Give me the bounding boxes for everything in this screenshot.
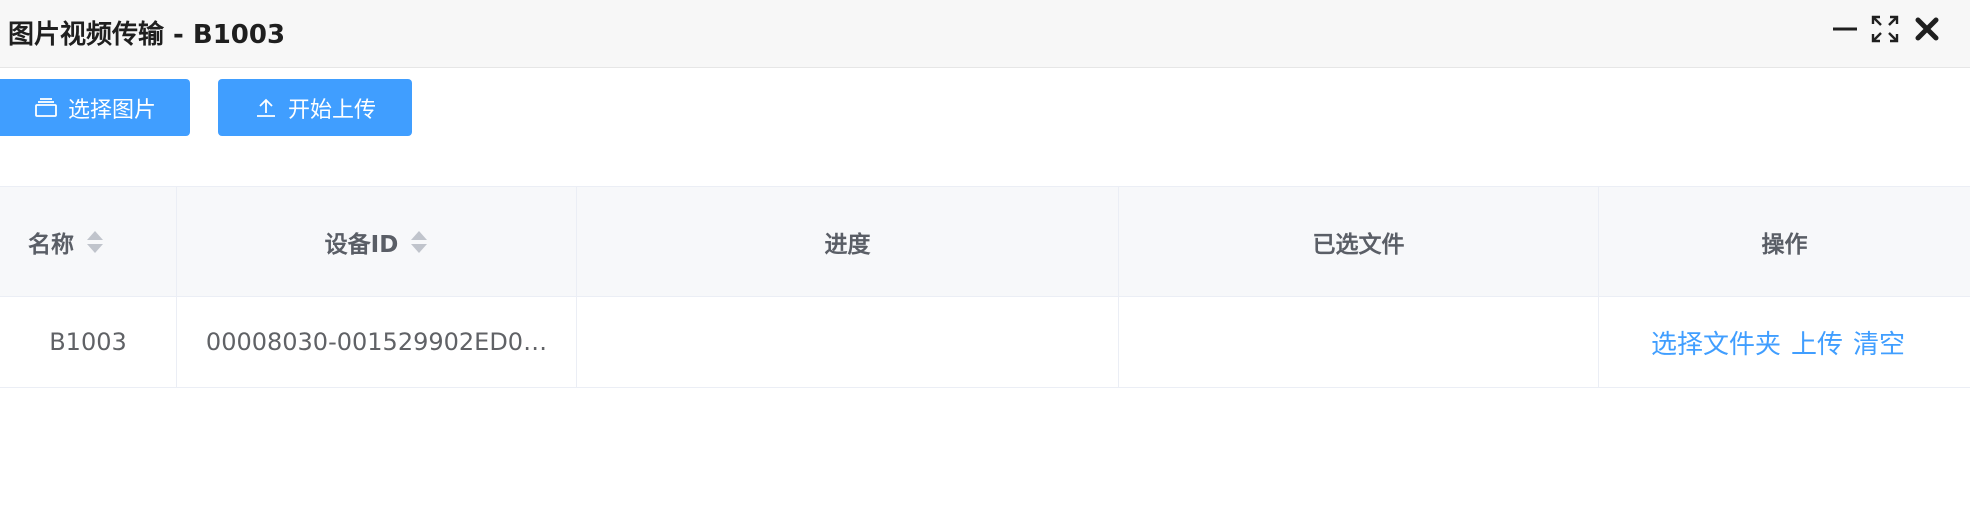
start-upload-button[interactable]: 开始上传 — [218, 79, 412, 136]
column-header-name[interactable]: 名称 — [0, 187, 177, 296]
sort-icon[interactable] — [410, 229, 428, 255]
start-upload-label: 开始上传 — [287, 97, 376, 123]
images-icon — [34, 96, 58, 120]
table-row: B1003 00008030-001529902ED0… 选择文件夹 上传 清空 — [0, 297, 1970, 388]
minimize-icon[interactable] — [1830, 14, 1860, 44]
cell-device-id: 00008030-001529902ED0… — [177, 297, 577, 387]
cell-selected-files — [1119, 297, 1599, 387]
window-controls — [1830, 14, 1970, 44]
column-header-progress: 进度 — [577, 187, 1119, 296]
clear-link[interactable]: 清空 — [1853, 324, 1905, 361]
fullscreen-icon[interactable] — [1870, 14, 1900, 44]
select-folder-link[interactable]: 选择文件夹 — [1651, 324, 1781, 361]
close-icon[interactable] — [1912, 14, 1942, 44]
cell-name: B1003 — [0, 297, 177, 387]
select-images-label: 选择图片 — [67, 97, 156, 123]
select-images-button[interactable]: 选择图片 — [0, 79, 190, 136]
column-header-device-id[interactable]: 设备ID — [177, 187, 577, 296]
column-header-actions: 操作 — [1761, 231, 1808, 258]
dialog-title: 图片视频传输 - B1003 — [8, 20, 286, 50]
cell-progress — [577, 297, 1119, 387]
dialog-titlebar: 图片视频传输 - B1003 — [0, 0, 1970, 68]
column-header-selected-files: 已选文件 — [1119, 187, 1599, 296]
upload-icon — [254, 96, 278, 120]
toolbar: 选择图片 开始上传 — [0, 79, 1970, 136]
table-header: 名称 设备ID 进度 已选文件 操作 — [0, 186, 1970, 297]
cell-actions: 选择文件夹 上传 清空 — [1599, 297, 1970, 387]
upload-link[interactable]: 上传 — [1791, 324, 1843, 361]
sort-icon[interactable] — [86, 229, 104, 255]
